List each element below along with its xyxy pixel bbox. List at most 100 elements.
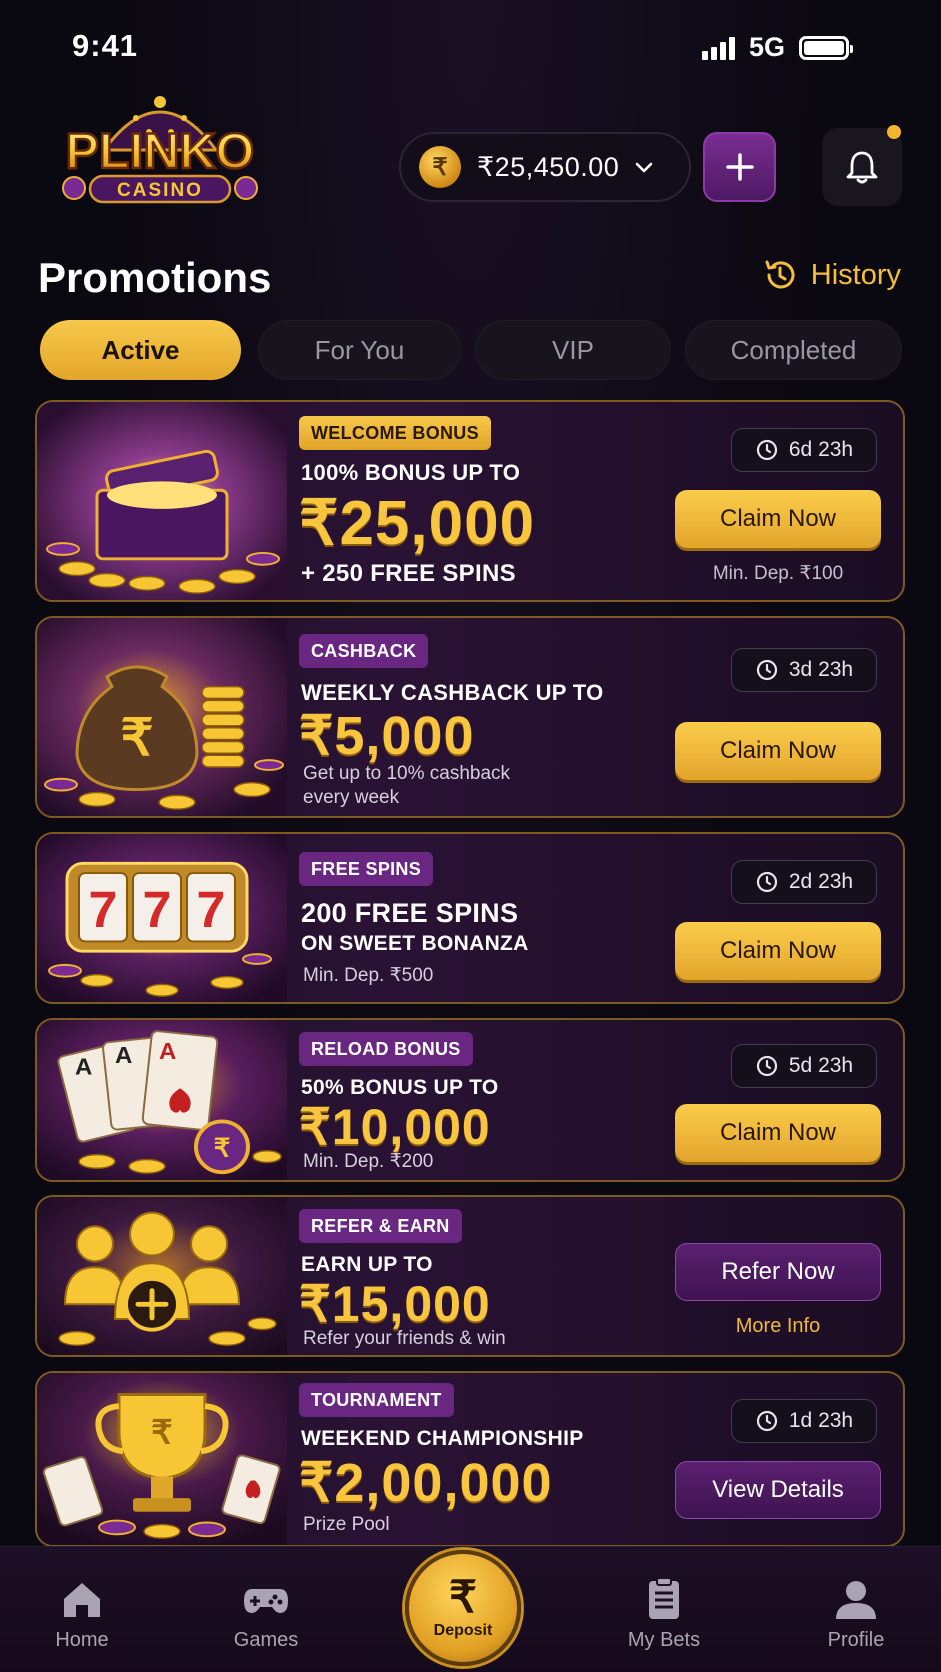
deposit-label: Deposit [433, 1622, 493, 1639]
promo-timer: 5d 23h [731, 1044, 877, 1088]
svg-text:₹: ₹ [151, 1415, 173, 1452]
network-label: 5G [748, 32, 785, 62]
promo-timer: 1d 23h [731, 1399, 877, 1443]
tab-for-you[interactable]: For You [258, 320, 461, 380]
nav-profile[interactable]: Profile [801, 1575, 911, 1652]
svg-text:₹: ₹ [214, 1135, 231, 1163]
status-indicators: 5G [701, 32, 853, 63]
bell-icon [846, 151, 878, 184]
gamepad-icon [244, 1589, 288, 1613]
plus-icon [725, 153, 754, 181]
timer-value: 3d 23h [788, 658, 854, 681]
promo-card-refer-earn[interactable]: REFER & EARN EARN UP TO ₹15,000 Refer yo… [35, 1195, 905, 1357]
nav-my-bets[interactable]: My Bets [609, 1575, 719, 1652]
nav-games-label: Games [233, 1629, 299, 1651]
promo-note: Min. Dep. ₹500 [303, 965, 434, 986]
nav-home[interactable]: Home [27, 1575, 137, 1652]
clock-icon [756, 871, 777, 893]
timer-value: 5d 23h [788, 1054, 854, 1077]
claim-now-button[interactable]: Claim Now [675, 490, 881, 548]
svg-text:7: 7 [143, 880, 172, 937]
money-bag-image: ₹ [37, 618, 287, 816]
promo-tabs: Active For You VIP Completed [40, 320, 902, 380]
promo-card-free-spins[interactable]: 777 FREE SPINS 200 FREE SPINS ON SWEET B… [35, 832, 905, 1004]
promo-note: Get up to 10% cashback every week [303, 763, 511, 808]
clock-icon [756, 439, 777, 461]
svg-text:7: 7 [197, 880, 226, 937]
notifications-button[interactable] [822, 125, 902, 206]
promo-subtitle: WEEKEND CHAMPIONSHIP [301, 1427, 584, 1450]
refer-now-button[interactable]: Refer Now [675, 1243, 881, 1301]
promo-amount: ₹5,000 [299, 706, 475, 766]
app-screen: 9:41 5G PLINKO CASINO ₹ ₹25,450.00 Promo… [0, 0, 941, 1672]
promo-subtitle: 200 FREE SPINS [301, 898, 519, 928]
promo-timer: 6d 23h [731, 428, 877, 472]
user-icon [836, 1581, 876, 1619]
notification-dot [887, 125, 901, 139]
status-time: 9:41 [72, 28, 139, 63]
promo-subtitle: EARN UP TO [301, 1253, 433, 1276]
history-link[interactable]: History [761, 256, 901, 294]
nav-games[interactable]: Games [211, 1575, 321, 1652]
claim-now-button[interactable]: Claim Now [675, 722, 881, 780]
history-icon [765, 260, 795, 289]
history-label: History [810, 258, 901, 291]
promo-card-welcome-bonus[interactable]: WELCOME BONUS 100% BONUS UP TO ₹25,000 +… [35, 400, 905, 602]
promo-subtitle: WEEKLY CASHBACK UP TO [301, 680, 604, 705]
rupee-coin-icon: ₹ [419, 146, 461, 188]
promo-amount: ₹10,000 [299, 1099, 491, 1155]
treasure-chest-image [37, 402, 287, 600]
clock-icon [756, 1410, 777, 1432]
promo-note: Refer your friends & win [303, 1328, 506, 1349]
svg-text:7: 7 [89, 880, 118, 937]
more-info-link[interactable]: More Info [675, 1315, 881, 1338]
view-details-button[interactable]: View Details [675, 1461, 881, 1519]
promo-card-tournament[interactable]: ₹ TOURNAMENT WEEKEND CHAMPIONSHIP ₹2,00,… [35, 1371, 905, 1547]
nav-my-bets-label: My Bets [627, 1629, 701, 1651]
tab-vip[interactable]: VIP [475, 320, 671, 380]
timer-value: 1d 23h [788, 1409, 854, 1432]
tab-completed[interactable]: Completed [685, 320, 902, 380]
timer-value: 2d 23h [788, 870, 854, 893]
home-icon [64, 1583, 100, 1617]
promo-amount: ₹2,00,000 [299, 1453, 553, 1513]
refer-friends-image [37, 1197, 287, 1355]
promo-amount: ₹25,000 [299, 489, 536, 558]
plinko-casino-logo[interactable]: PLINKO CASINO [44, 80, 276, 220]
balance-amount: ₹25,450.00 [477, 151, 620, 182]
promo-badge: TOURNAMENT [299, 1383, 454, 1417]
promo-badge: CASHBACK [299, 634, 429, 668]
svg-text:A: A [75, 1055, 92, 1081]
promo-timer: 2d 23h [731, 860, 877, 904]
claim-now-button[interactable]: Claim Now [675, 1104, 881, 1162]
playing-cards-image: AAA ₹ [37, 1020, 287, 1180]
promo-badge: FREE SPINS [299, 852, 434, 886]
promo-note: Prize Pool [303, 1514, 390, 1535]
slot-machine-image: 777 [37, 834, 287, 1002]
battery-icon [799, 35, 853, 60]
promo-amount: ₹15,000 [299, 1276, 491, 1332]
promo-card-cashback[interactable]: ₹ CASHBACK WEEKLY CASHBACK UP TO ₹5,000 … [35, 616, 905, 818]
tab-active[interactable]: Active [40, 320, 241, 380]
svg-text:A: A [115, 1043, 132, 1069]
promo-badge: RELOAD BONUS [299, 1032, 473, 1066]
clipboard-icon [649, 1577, 679, 1619]
claim-now-button[interactable]: Claim Now [675, 922, 881, 980]
add-funds-button[interactable] [703, 132, 776, 202]
nav-home-label: Home [55, 1629, 109, 1651]
clock-icon [756, 659, 777, 681]
svg-text:₹: ₹ [120, 709, 153, 766]
promo-badge: WELCOME BONUS [299, 416, 491, 450]
signal-icon [701, 36, 735, 60]
promo-extra: + 250 FREE SPINS [301, 560, 516, 587]
trophy-image: ₹ [37, 1373, 287, 1545]
promo-subtitle-2: ON SWEET BONANZA [301, 932, 529, 955]
timer-value: 6d 23h [788, 438, 854, 461]
wallet-balance-dropdown[interactable]: ₹ ₹25,450.00 [399, 132, 691, 202]
svg-text:A: A [159, 1039, 176, 1065]
promo-card-reload-bonus[interactable]: AAA ₹ RELOAD BONUS 50% BONUS UP TO ₹10,0… [35, 1018, 905, 1182]
rupee-icon: ₹ [449, 1573, 477, 1622]
page-title: Promotions [38, 254, 272, 301]
deposit-button[interactable]: ₹ Deposit [405, 1550, 521, 1666]
logo-text: PLINKO [66, 123, 255, 179]
